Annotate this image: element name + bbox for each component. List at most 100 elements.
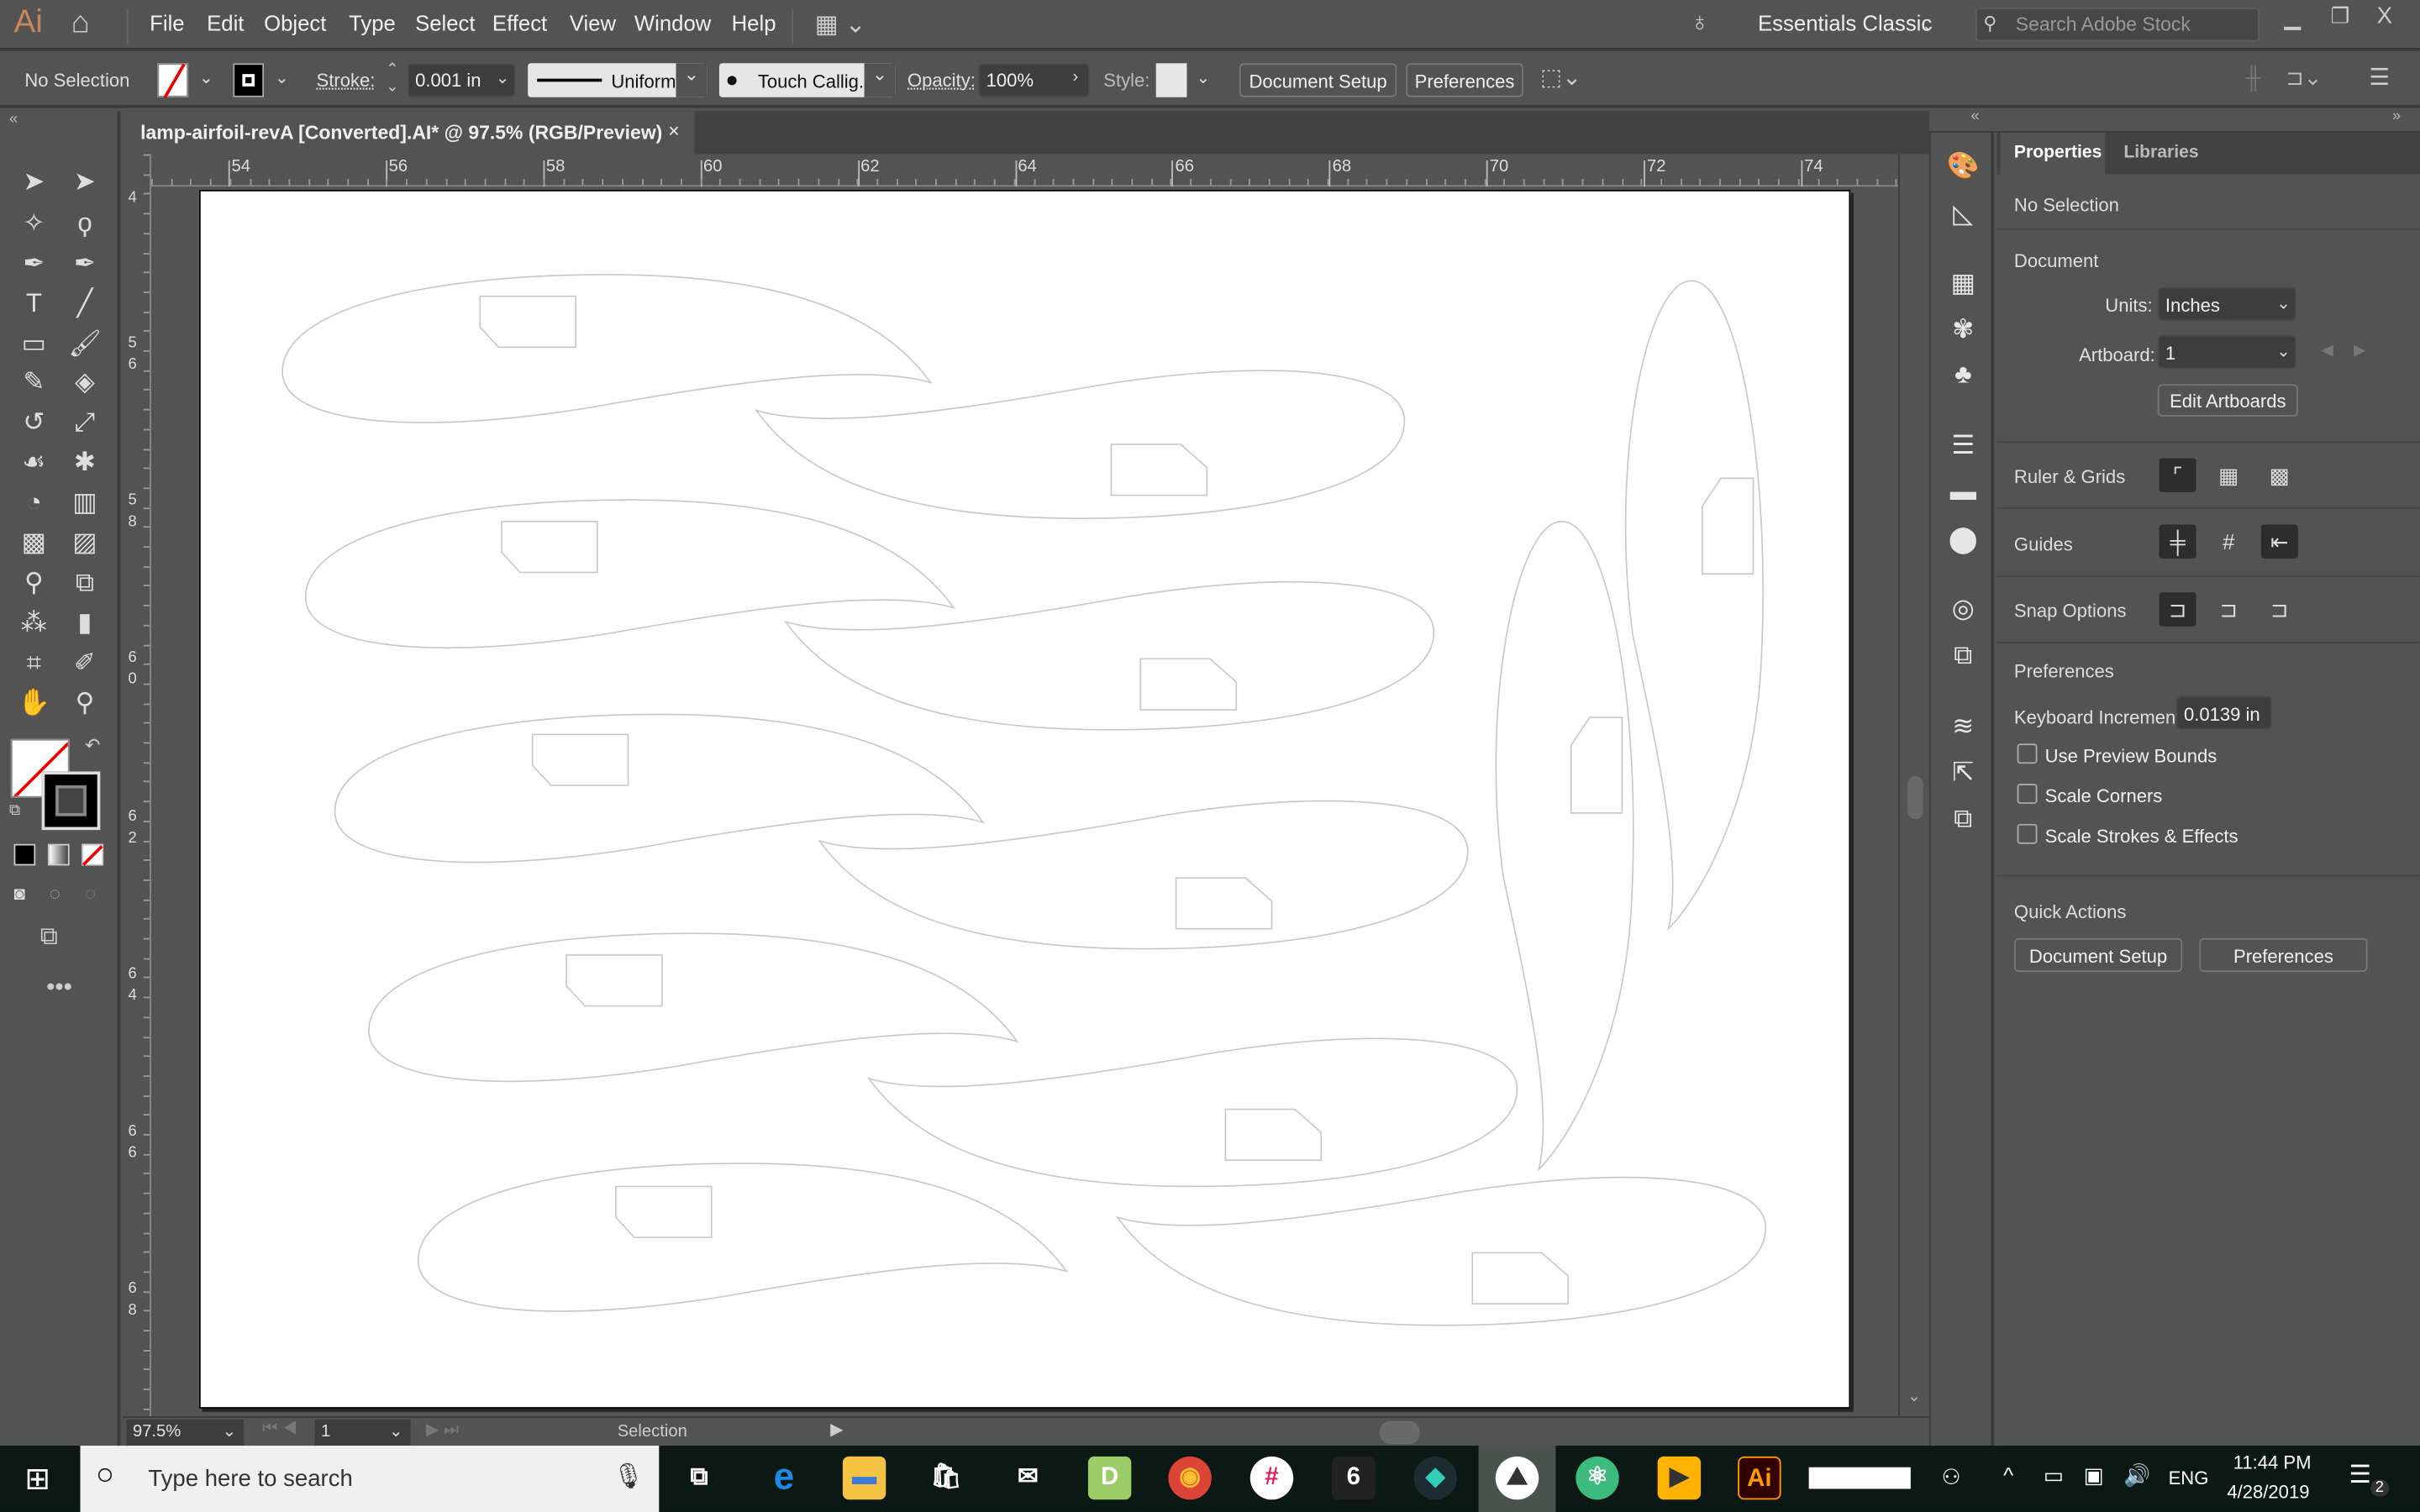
appearance-icon[interactable]: ◎: [1944, 594, 1981, 627]
edit-artboards-button[interactable]: Edit Artboards: [2157, 384, 2298, 417]
airfoil-part: [368, 932, 1018, 1083]
cortana-icon: ○: [95, 1457, 115, 1493]
artboards-panel-icon[interactable]: ⧉: [1944, 804, 1981, 837]
vertical-scrollbar[interactable]: ⌄: [1898, 154, 1929, 1417]
brushes-icon[interactable]: ✾: [1944, 315, 1981, 349]
fusion-app-icon[interactable]: ⛰: [1495, 1456, 1539, 1500]
symbols-icon[interactable]: ♣: [1944, 360, 1981, 393]
document-section-title: Document: [2013, 249, 2099, 272]
scroll-thumb[interactable]: [1907, 775, 1923, 820]
horizontal-scrollbar[interactable]: [852, 1420, 1886, 1446]
windows-start-icon[interactable]: ⊞: [24, 1460, 50, 1499]
transparency-grid-icon[interactable]: ▩: [2261, 459, 2298, 492]
guides-label: Guides: [2013, 533, 2073, 556]
first-artboard-icon[interactable]: ⏮ ◀: [262, 1420, 297, 1440]
scale-corners-checkbox[interactable]: [2017, 784, 2038, 804]
illustrator-taskbar-icon[interactable]: Ai: [1738, 1456, 1781, 1500]
color-palette-icon[interactable]: 🎨: [1944, 151, 1981, 185]
microphone-icon[interactable]: 🎙: [613, 1461, 644, 1492]
snap-to-grid-icon[interactable]: ⊐: [2210, 592, 2247, 626]
properties-panel: Properties Libraries No Selection Docume…: [1996, 132, 2420, 1446]
airfoil-part: [281, 274, 932, 423]
color-guide-icon[interactable]: ◺: [1944, 199, 1981, 233]
snap-options-label: Snap Options: [2013, 600, 2127, 622]
units-select[interactable]: Inches ⌄: [2157, 286, 2297, 322]
tab-properties[interactable]: Properties: [2000, 132, 2106, 175]
snap-to-pixel-icon[interactable]: ⊐: [2261, 592, 2298, 626]
notification-count: 2: [2370, 1479, 2389, 1497]
quick-actions-title: Quick Actions: [2013, 900, 2127, 923]
graphic-styles-icon[interactable]: ⧉: [1944, 640, 1981, 674]
scale-corners-label: Scale Corners: [2044, 785, 2163, 807]
scale-strokes-effects-checkbox[interactable]: [2017, 823, 2038, 844]
artboard-label: Artboard:: [2079, 344, 2155, 366]
scale-strokes-effects-label: Scale Strokes & Effects: [2044, 825, 2238, 848]
layers-icon[interactable]: ≋: [1944, 711, 1981, 745]
ruler-grids-label: Ruler & Grids: [2013, 465, 2126, 488]
taskbar-search-box[interactable]: ○ Type here to search 🎙: [80, 1446, 660, 1512]
status-menu-icon[interactable]: ▶: [830, 1420, 844, 1440]
stroke-panel-icon[interactable]: ☰: [1944, 430, 1981, 464]
store-icon[interactable]: 🛍: [924, 1457, 967, 1499]
battery-icon[interactable]: ▭: [2044, 1462, 2064, 1488]
show-hidden-icons[interactable]: ^: [2003, 1462, 2013, 1487]
status-tool: Selection: [617, 1422, 687, 1441]
next-artboard-icon[interactable]: ▶: [2354, 343, 2365, 360]
language-indicator[interactable]: ENG: [2169, 1467, 2209, 1489]
keyboard-increment-label: Keyboard Increment:: [2013, 706, 2186, 728]
units-label: Units:: [2105, 294, 2153, 317]
chrome-icon[interactable]: ◉: [1168, 1456, 1212, 1500]
clock-time[interactable]: 11:44 PM: [2233, 1452, 2312, 1473]
artboard-navigator[interactable]: 1 ⌄: [314, 1419, 411, 1446]
prev-artboard-icon[interactable]: ◀: [2321, 343, 2333, 360]
rulers-toggle-icon[interactable]: ⌜: [2159, 458, 2196, 492]
airfoil-part: [784, 580, 1435, 731]
atom-icon[interactable]: ⚛: [1576, 1456, 1619, 1500]
grid-toggle-icon[interactable]: ▦: [2210, 459, 2247, 492]
swatches-icon[interactable]: ▦: [1944, 269, 1981, 302]
slack-icon[interactable]: #: [1249, 1456, 1294, 1500]
preferences-section-title: Preferences: [2013, 660, 2114, 682]
qa-preferences-button[interactable]: Preferences: [2199, 937, 2368, 973]
keyboard-increment-input[interactable]: 0.0139 in: [2175, 696, 2272, 730]
people-icon[interactable]: ⚇: [1942, 1464, 1961, 1490]
airfoil-part: [755, 370, 1406, 520]
smart-guides-icon[interactable]: ⇤: [2260, 524, 2298, 559]
lock-guides-icon[interactable]: #: [2210, 524, 2247, 558]
network-icon[interactable]: ▣: [2084, 1462, 2104, 1488]
airfoil-part: [1624, 280, 1765, 930]
taskbar-search-placeholder: Type here to search: [148, 1465, 353, 1493]
airfoil-part: [417, 1162, 1068, 1312]
gradient-panel-icon[interactable]: ▬: [1944, 477, 1981, 511]
show-guides-icon[interactable]: ╪: [2159, 524, 2196, 559]
mail-icon[interactable]: ✉: [1007, 1457, 1050, 1499]
gitkraken-icon[interactable]: ◆: [1413, 1456, 1457, 1500]
qa-document-setup-button[interactable]: Document Setup: [2013, 937, 2183, 973]
transparency-icon[interactable]: ⬤: [1944, 524, 1981, 558]
task-view-icon[interactable]: ⧉: [677, 1457, 720, 1499]
asset-export-icon[interactable]: ⇱: [1944, 758, 1981, 791]
app-d-icon[interactable]: D: [1087, 1456, 1132, 1500]
use-preview-bounds-label: Use Preview Bounds: [2044, 745, 2217, 767]
snap-to-point-icon[interactable]: ⊐: [2159, 592, 2196, 627]
airfoil-part: [868, 1037, 1518, 1188]
airfoil-part: [334, 713, 984, 864]
status-bar: 97.5% ⌄ ⏮ ◀ 1 ⌄ ▶ ⏭ Selection ▶: [123, 1416, 1929, 1446]
volume-icon[interactable]: 🔊: [2123, 1462, 2150, 1488]
clock-date[interactable]: 4/28/2019: [2227, 1481, 2309, 1503]
last-artboard-icon[interactable]: ▶ ⏭: [426, 1420, 459, 1441]
media-player-icon[interactable]: ▶: [1657, 1456, 1702, 1500]
app-6-icon[interactable]: 6: [1332, 1456, 1376, 1500]
taskbar-toolbar[interactable]: [1808, 1467, 1911, 1489]
airfoil-part: [818, 800, 1469, 950]
airfoil-part: [304, 499, 955, 649]
edge-icon[interactable]: e: [762, 1457, 805, 1499]
airfoil-part: [1495, 520, 1634, 1171]
tab-libraries[interactable]: Libraries: [2108, 133, 2213, 175]
zoom-select[interactable]: 97.5% ⌄: [126, 1419, 245, 1446]
panel-icon-strip: 🎨 ◺ ▦ ✾ ♣ ☰ ▬ ⬤ ◎ ⧉ ≋ ⇱ ⧉: [1928, 132, 1995, 1446]
artboard-select[interactable]: 1 ⌄: [2157, 334, 2297, 369]
notifications-icon[interactable]: ☰: [2349, 1460, 2371, 1491]
use-preview-bounds-checkbox[interactable]: [2017, 743, 2038, 764]
file-explorer-icon[interactable]: ▬: [842, 1456, 886, 1500]
